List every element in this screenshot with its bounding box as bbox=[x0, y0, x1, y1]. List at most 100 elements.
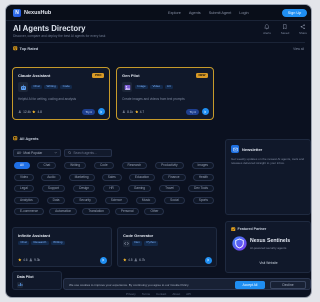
all-agents-heading: All Agents bbox=[13, 136, 39, 141]
tag[interactable]: Chat bbox=[18, 240, 30, 246]
accept-cookies-button[interactable]: Accept All bbox=[235, 280, 265, 289]
category-pill[interactable]: Science bbox=[104, 196, 129, 204]
category-pill[interactable]: Video bbox=[14, 173, 35, 181]
tag[interactable]: Chat bbox=[31, 84, 43, 90]
agent-title: Data Pilot bbox=[17, 275, 34, 279]
user-count: 6.7k bbox=[139, 258, 146, 262]
open-agent-button[interactable] bbox=[201, 108, 209, 115]
plan-badge: PRO bbox=[92, 72, 104, 79]
category-pill[interactable]: Security bbox=[73, 196, 97, 204]
category-pill[interactable]: Finance bbox=[162, 173, 186, 181]
category-row: Legal Support Design HR Gaming Travel De… bbox=[14, 185, 214, 192]
category-pill[interactable]: Gaming bbox=[127, 185, 152, 192]
search-input[interactable] bbox=[73, 150, 110, 156]
category-pill[interactable]: Personal bbox=[114, 208, 140, 215]
category-pill[interactable]: Images bbox=[191, 162, 214, 169]
category-pill[interactable]: Code bbox=[93, 162, 114, 169]
footer-link-privacy[interactable]: Privacy bbox=[126, 292, 136, 296]
category-row: All Chat Writing Code Research Productiv… bbox=[14, 162, 214, 169]
nav-link-login[interactable]: Login bbox=[239, 11, 248, 15]
view-all-link[interactable]: View all bbox=[293, 47, 304, 51]
footer-link-api[interactable]: API bbox=[186, 292, 191, 296]
category-pill[interactable]: Automation bbox=[49, 208, 78, 215]
tag[interactable]: Writing bbox=[44, 84, 59, 90]
top-rated-heading: Top Rated bbox=[13, 46, 38, 51]
agent-card[interactable]: Data Pilot bbox=[12, 271, 62, 290]
saved-action[interactable]: Saved bbox=[278, 24, 292, 35]
category-pill[interactable]: Support bbox=[41, 185, 66, 192]
category-pill[interactable]: Travel bbox=[159, 185, 180, 192]
sort-dropdown[interactable]: All · Most Popular bbox=[13, 149, 61, 157]
category-pill[interactable]: Marketing bbox=[68, 173, 95, 181]
try-button[interactable]: Try it bbox=[82, 108, 95, 115]
category-pill[interactable]: Sales bbox=[101, 173, 122, 181]
footer-link-terms[interactable]: Terms bbox=[142, 292, 150, 296]
star-icon bbox=[18, 258, 22, 262]
tag[interactable]: Research bbox=[31, 240, 49, 246]
tag[interactable]: Image bbox=[135, 84, 149, 90]
visit-website-link[interactable]: Visit Website bbox=[226, 261, 311, 265]
category-row: Video Audio Marketing Sales Education Fi… bbox=[14, 173, 214, 181]
category-pill[interactable]: Sports bbox=[192, 196, 214, 204]
rating: 4.6 bbox=[23, 258, 28, 262]
category-pill[interactable]: E-commerce bbox=[14, 208, 45, 215]
category-pill[interactable]: Writing bbox=[64, 162, 87, 169]
category-pill[interactable]: Design bbox=[73, 185, 96, 192]
newsletter-description: Get weekly updates on the newest AI agen… bbox=[231, 157, 305, 166]
category-pill[interactable]: Audio bbox=[41, 173, 62, 181]
brand-name[interactable]: NexusHub bbox=[24, 10, 51, 16]
agent-avatar bbox=[123, 240, 130, 247]
nav-link-agents[interactable]: Agents bbox=[189, 11, 201, 15]
header-divider bbox=[12, 42, 305, 43]
sign-up-button[interactable]: Sign Up bbox=[282, 8, 307, 17]
category-pill[interactable]: Music bbox=[135, 196, 157, 204]
category-pill[interactable]: Research bbox=[121, 162, 148, 169]
featured-card[interactable]: Claude Assistant PRO Chat Writing Code H… bbox=[12, 67, 110, 120]
tag[interactable]: Writing bbox=[50, 240, 65, 246]
featured-card[interactable]: Gen Pilot NEW Image Video Art Create ima… bbox=[116, 67, 214, 120]
code-icon bbox=[124, 242, 129, 245]
search-field[interactable] bbox=[64, 149, 112, 157]
open-agent-button[interactable] bbox=[99, 256, 107, 264]
nav-link-explore[interactable]: Explore bbox=[168, 11, 181, 15]
tag[interactable]: Code bbox=[60, 84, 73, 90]
category-pill[interactable]: Data bbox=[46, 196, 66, 204]
tag-list: Chat Research Writing bbox=[18, 240, 65, 246]
tag[interactable]: Video bbox=[150, 84, 163, 90]
agent-stats: 4.5 6.7k bbox=[123, 258, 145, 262]
decline-cookies-button[interactable]: Decline bbox=[270, 280, 306, 289]
footer-link-contact[interactable]: Contact bbox=[156, 292, 166, 296]
category-pill[interactable]: HR bbox=[103, 185, 120, 192]
category-pill[interactable]: Other bbox=[144, 208, 165, 215]
saved-label: Saved bbox=[280, 31, 290, 35]
try-button[interactable]: Try it bbox=[186, 108, 199, 115]
category-pill[interactable]: Analytics bbox=[14, 196, 39, 204]
open-agent-button[interactable] bbox=[204, 256, 212, 264]
agent-title: Gen Pilot bbox=[122, 73, 140, 78]
agent-card[interactable]: Infinite Assistant Chat Research Writing… bbox=[12, 227, 112, 267]
category-pill[interactable]: Social bbox=[164, 196, 185, 204]
logo-letter: N bbox=[15, 9, 19, 16]
alerts-action[interactable]: Alerts bbox=[260, 24, 274, 35]
footer-link-about[interactable]: About bbox=[172, 292, 180, 296]
top-nav: N NexusHub Explore Agents Submit Agent L… bbox=[6, 5, 311, 21]
category-pill[interactable]: Dev Tools bbox=[188, 185, 214, 192]
category-pill[interactable]: Chat bbox=[37, 162, 57, 169]
category-pill[interactable]: Translation bbox=[82, 208, 110, 215]
tag[interactable]: Art bbox=[164, 84, 174, 90]
grid-icon bbox=[13, 136, 18, 141]
category-pill[interactable]: Education bbox=[128, 173, 156, 181]
logo[interactable]: N bbox=[13, 8, 21, 17]
nav-link-submit-agent[interactable]: Submit Agent bbox=[209, 11, 232, 15]
category-pill-active[interactable]: All bbox=[14, 162, 30, 169]
agent-card[interactable]: Code Generator Dev Python 4.5 6.7k bbox=[117, 227, 217, 267]
tag[interactable]: Dev bbox=[132, 241, 143, 246]
rating: 4.5 bbox=[128, 258, 133, 262]
category-pill[interactable]: Productivity bbox=[155, 162, 184, 169]
open-agent-button[interactable] bbox=[97, 108, 105, 115]
category-pill[interactable]: Health bbox=[192, 173, 214, 181]
category-pill[interactable]: Legal bbox=[14, 185, 34, 192]
partner-card[interactable]: Featured Partner Nexus Sentinels AI-powe… bbox=[225, 221, 311, 273]
share-action[interactable]: Share bbox=[296, 24, 310, 35]
tag[interactable]: Python bbox=[144, 241, 159, 246]
